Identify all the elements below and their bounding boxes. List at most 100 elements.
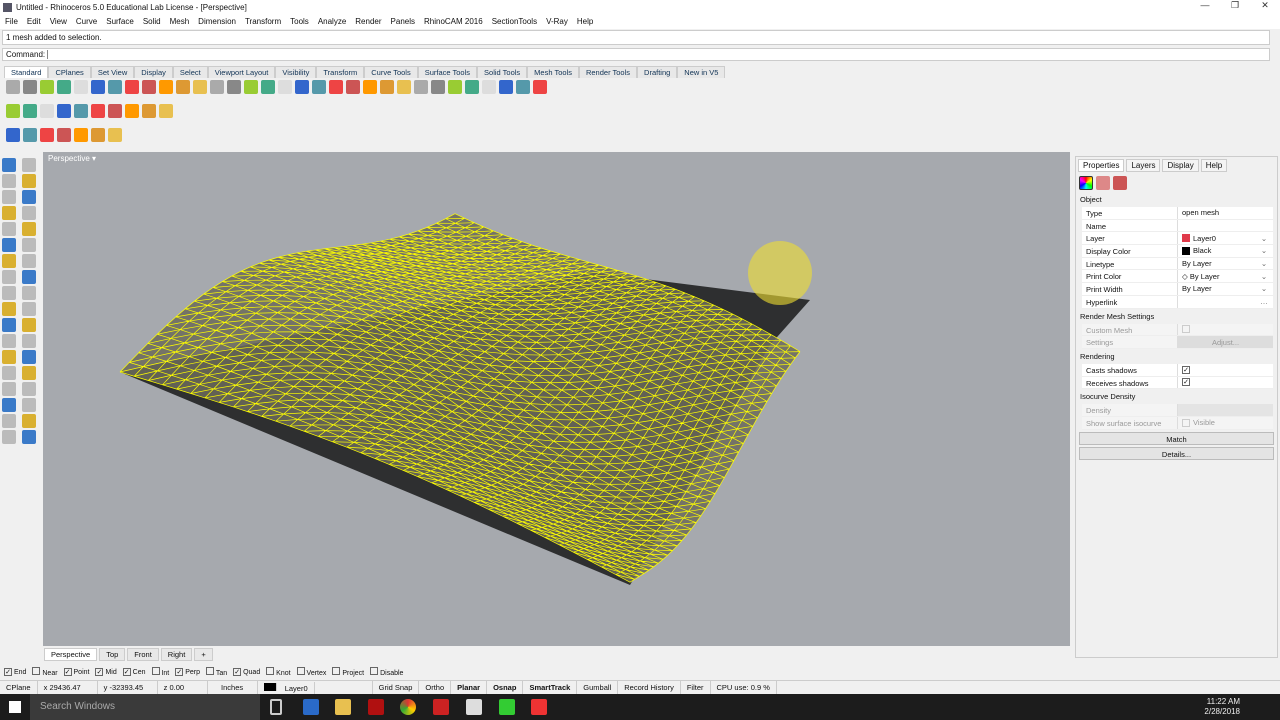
tool-icon[interactable] (23, 128, 37, 142)
osnap-checkbox[interactable]: ✓ (122, 668, 131, 676)
tool-icon[interactable] (278, 80, 292, 94)
osnap-checkbox[interactable] (206, 667, 215, 675)
tool-icon[interactable] (431, 80, 445, 94)
tool-icon[interactable] (22, 430, 36, 444)
panel-tab-layers[interactable]: Layers (1126, 159, 1161, 172)
tab-viewport-layout[interactable]: Viewport Layout (207, 66, 276, 78)
menu-mesh[interactable]: Mesh (170, 17, 190, 27)
rhino-taskbar-icon[interactable] (466, 699, 482, 715)
print-width-dropdown-icon[interactable]: ⌄ (1259, 284, 1269, 293)
menu-rhinocam-2016[interactable]: RhinoCAM 2016 (424, 17, 483, 27)
hyperlink-value[interactable]: … (1178, 296, 1273, 308)
menu-panels[interactable]: Panels (391, 17, 415, 27)
menu-dimension[interactable]: Dimension (198, 17, 236, 27)
tool-icon[interactable] (22, 158, 36, 172)
menu-analyze[interactable]: Analyze (318, 17, 346, 27)
tool-icon[interactable] (23, 104, 37, 118)
display-color-value[interactable]: Black ⌄ (1178, 245, 1273, 257)
tool-icon[interactable] (2, 430, 16, 444)
decal-icon[interactable] (1113, 176, 1127, 190)
tool-icon[interactable] (23, 80, 37, 94)
search-box[interactable]: Search Windows (30, 694, 260, 720)
menu-solid[interactable]: Solid (143, 17, 161, 27)
osnap-checkbox[interactable] (32, 667, 41, 675)
tool-icon[interactable] (74, 128, 88, 142)
tool-icon[interactable] (22, 382, 36, 396)
grid-snap-toggle[interactable]: Grid Snap (373, 681, 420, 694)
tool-icon[interactable] (2, 254, 16, 268)
tool-icon[interactable] (2, 334, 16, 348)
tool-icon[interactable] (125, 80, 139, 94)
hyperlink-browse-button[interactable]: … (1259, 297, 1269, 306)
menu-transform[interactable]: Transform (245, 17, 281, 27)
cplane-label[interactable]: CPlane (0, 681, 38, 694)
record-history-toggle[interactable]: Record History (618, 681, 681, 694)
tool-icon[interactable] (22, 334, 36, 348)
tool-icon[interactable] (91, 128, 105, 142)
tab-surface-tools[interactable]: Surface Tools (417, 66, 478, 78)
tab-drafting[interactable]: Drafting (637, 66, 678, 78)
osnap-end[interactable]: ✓ End (4, 668, 26, 676)
tool-icon[interactable] (2, 158, 16, 172)
osnap-disable[interactable]: Disable (370, 667, 403, 677)
tool-icon[interactable] (2, 318, 16, 332)
menu-edit[interactable]: Edit (27, 17, 41, 27)
tab-render-tools[interactable]: Render Tools (578, 66, 638, 78)
osnap-checkbox[interactable]: ✓ (63, 668, 72, 676)
viewport-tab-front[interactable]: Front (127, 648, 159, 661)
tool-icon[interactable] (533, 80, 547, 94)
tool-icon[interactable] (57, 104, 71, 118)
tab-curve-tools[interactable]: Curve Tools (364, 66, 418, 78)
material-icon[interactable] (1096, 176, 1110, 190)
clock[interactable]: 11:22 AM 2/28/2018 (1204, 697, 1240, 717)
menu-tools[interactable]: Tools (290, 17, 309, 27)
display-color-dropdown-icon[interactable]: ⌄ (1259, 246, 1269, 255)
tool-icon[interactable] (312, 80, 326, 94)
osnap-cen[interactable]: ✓ Cen (122, 668, 146, 676)
osnap-checkbox[interactable] (370, 667, 379, 675)
tool-icon[interactable] (2, 382, 16, 396)
tool-icon[interactable] (261, 80, 275, 94)
tab-standard[interactable]: Standard (4, 66, 49, 78)
panel-tab-properties[interactable]: Properties (1078, 159, 1125, 172)
maximize-button[interactable]: ❐ (1220, 0, 1250, 11)
tool-icon[interactable] (40, 128, 54, 142)
tool-icon[interactable] (22, 398, 36, 412)
tab-mesh-tools[interactable]: Mesh Tools (527, 66, 579, 78)
tool-icon[interactable] (227, 80, 241, 94)
tool-icon[interactable] (22, 350, 36, 364)
tool-icon[interactable] (465, 80, 479, 94)
tool-icon[interactable] (142, 104, 156, 118)
add-viewport-tab-button[interactable]: + (194, 648, 213, 661)
smarttrack-toggle[interactable]: SmartTrack (523, 681, 578, 694)
windows-start-icon[interactable] (9, 701, 21, 713)
app-icon[interactable] (303, 699, 319, 715)
tool-icon[interactable] (346, 80, 360, 94)
minimize-button[interactable]: — (1190, 0, 1220, 11)
tool-icon[interactable] (40, 104, 54, 118)
viewport-tab-top[interactable]: Top (99, 648, 126, 661)
osnap-tan[interactable]: Tan (206, 667, 227, 677)
tab-set-view[interactable]: Set View (90, 66, 135, 78)
menu-help[interactable]: Help (577, 17, 593, 27)
command-input[interactable] (47, 50, 1248, 59)
osnap-checkbox[interactable]: ✓ (233, 668, 242, 676)
filter-toggle[interactable]: Filter (681, 681, 711, 694)
tool-icon[interactable] (2, 238, 16, 252)
tool-icon[interactable] (142, 80, 156, 94)
tool-icon[interactable] (244, 80, 258, 94)
osnap-checkbox[interactable]: ✓ (95, 668, 104, 676)
tool-icon[interactable] (295, 80, 309, 94)
linetype-value[interactable]: By Layer ⌄ (1178, 258, 1273, 270)
mesh-surface[interactable] (120, 213, 800, 583)
tool-icon[interactable] (6, 80, 20, 94)
tool-icon[interactable] (22, 222, 36, 236)
perspective-viewport[interactable] (43, 152, 1070, 646)
tool-icon[interactable] (2, 206, 16, 220)
tool-icon[interactable] (2, 366, 16, 380)
tool-icon[interactable] (2, 350, 16, 364)
tool-icon[interactable] (22, 366, 36, 380)
print-color-value[interactable]: ◇ By Layer ⌄ (1178, 270, 1273, 282)
tool-icon[interactable] (2, 174, 16, 188)
chrome-icon[interactable] (400, 699, 416, 715)
